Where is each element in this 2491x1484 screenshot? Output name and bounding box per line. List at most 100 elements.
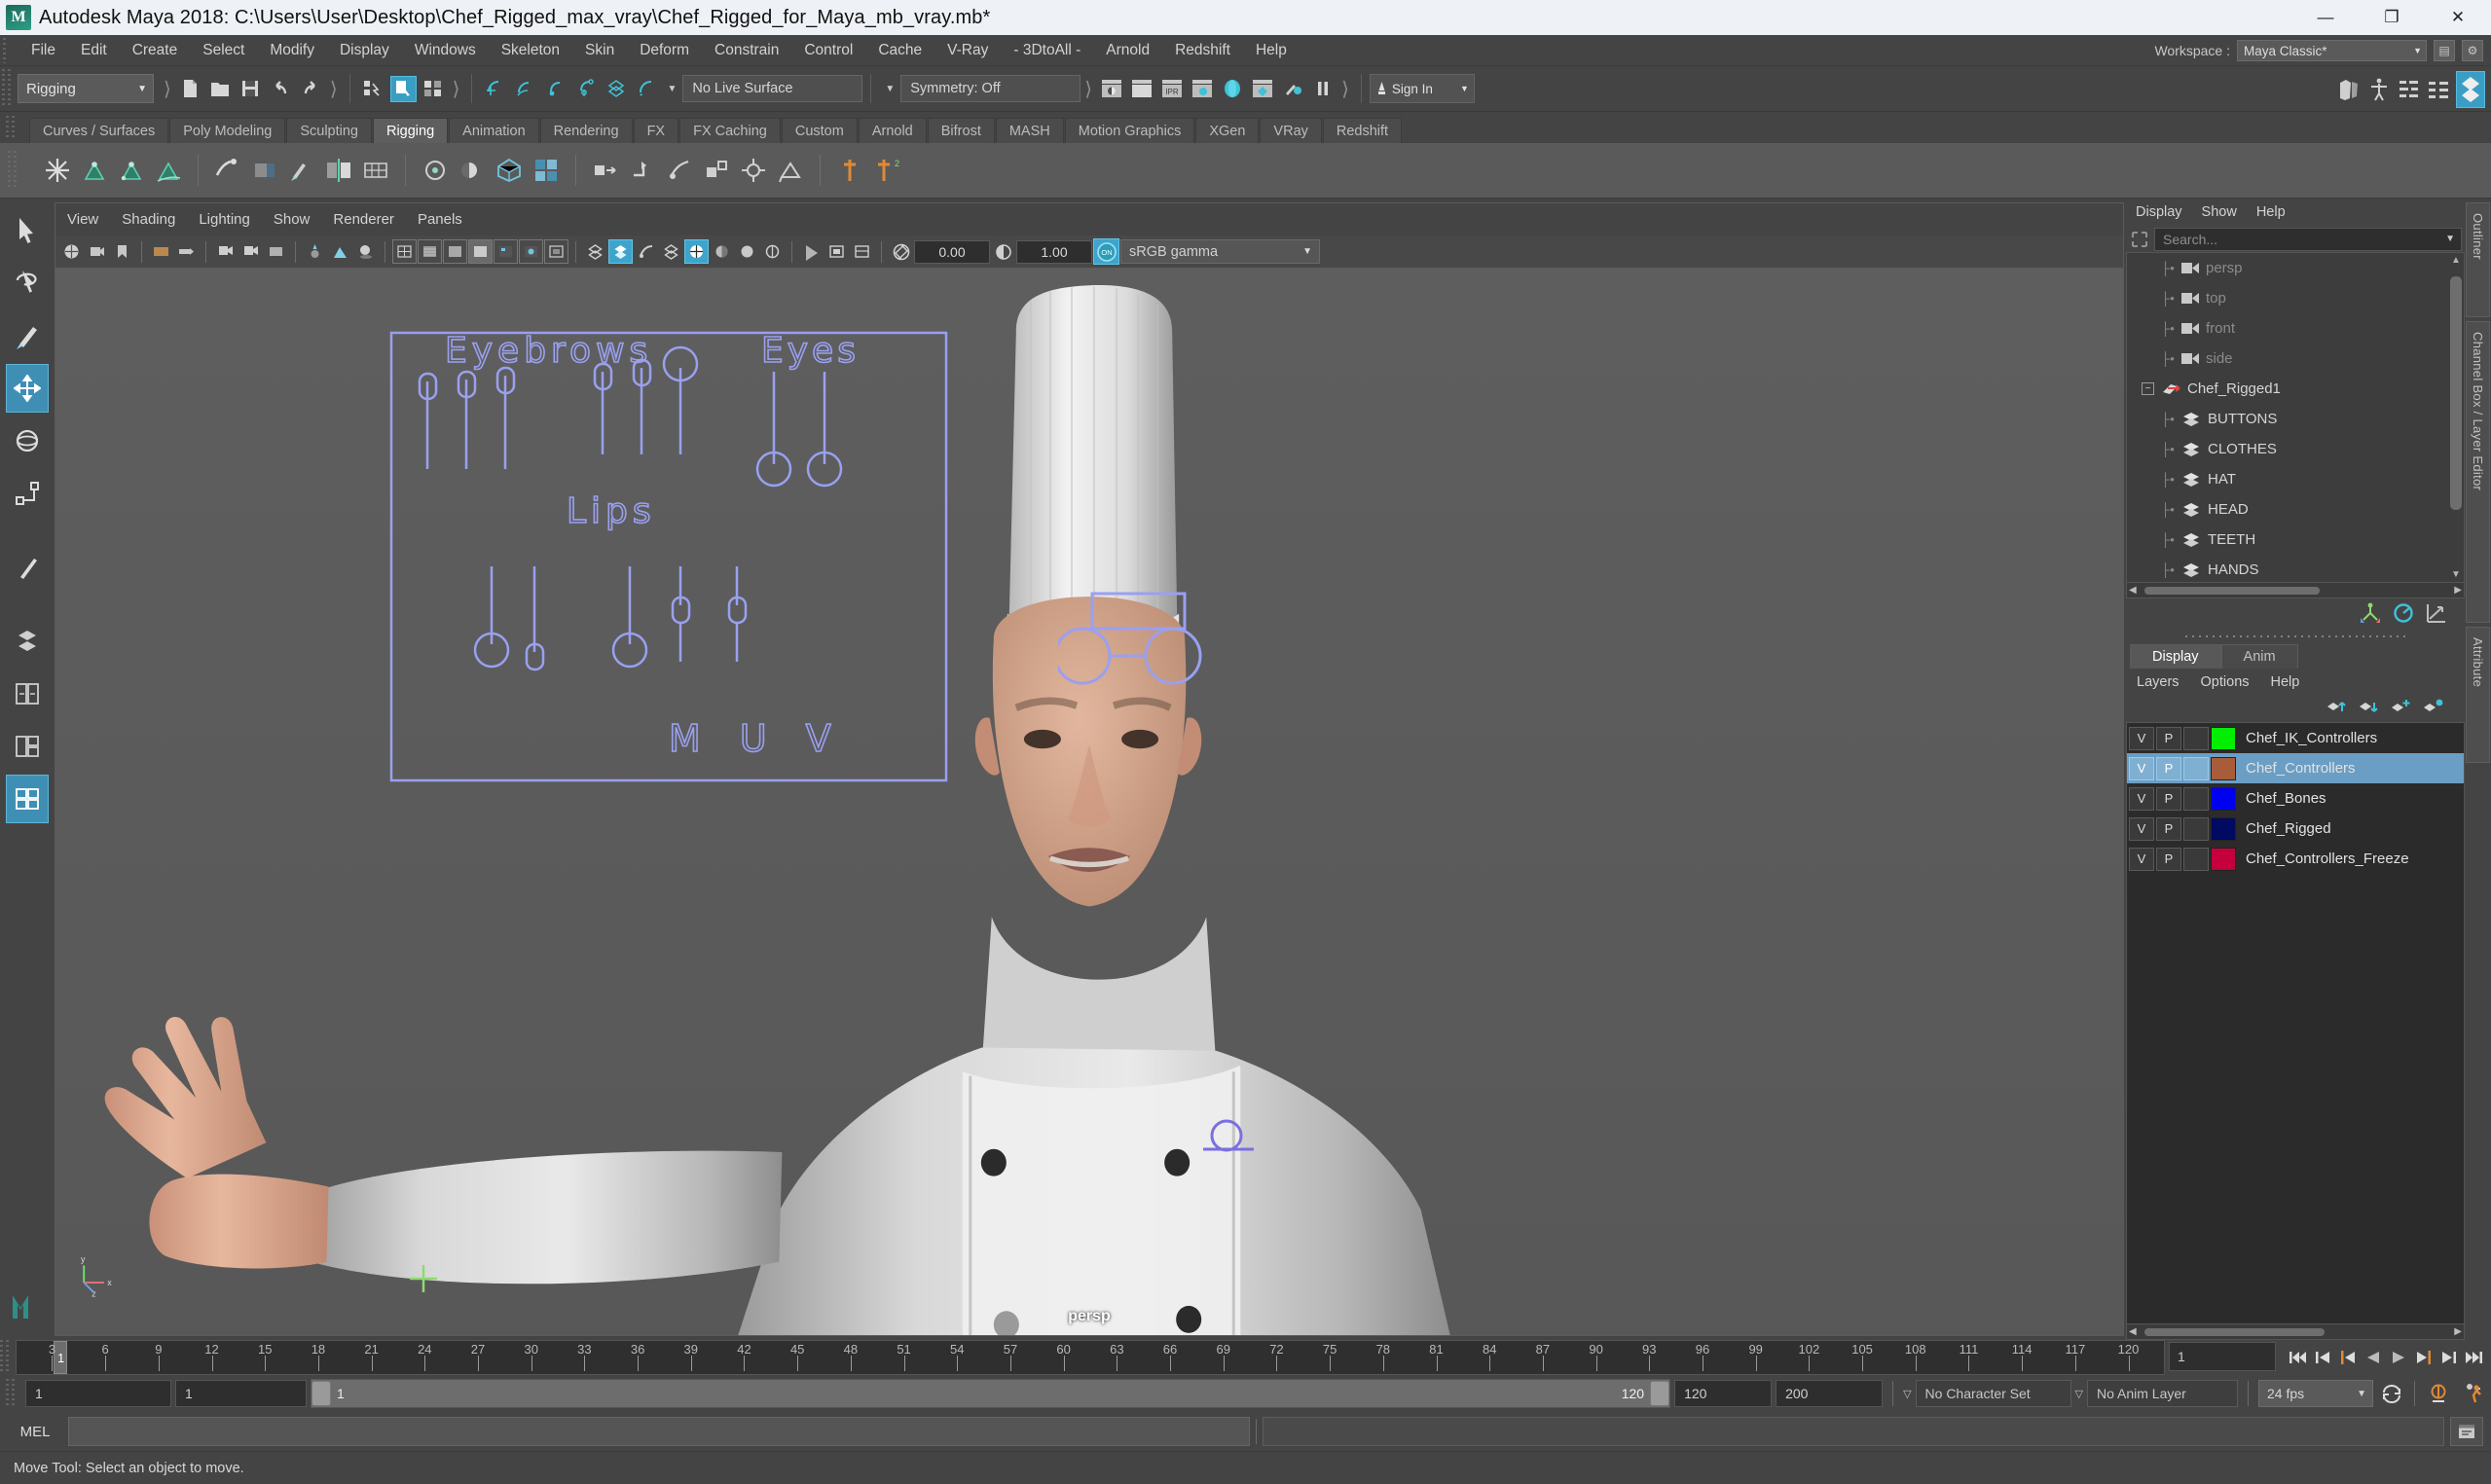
wireframe-icon[interactable] [392, 239, 417, 264]
select-by-hierarchy-icon[interactable] [360, 76, 386, 102]
show-hide-tool-settings-icon[interactable] [2426, 76, 2452, 102]
command-input[interactable] [68, 1417, 1250, 1446]
lattice-deformer-icon[interactable] [359, 154, 392, 187]
range-start-handle[interactable] [311, 1381, 331, 1406]
menu-v-ray[interactable]: V-Ray [934, 35, 1001, 66]
layer-display-type-toggle[interactable] [2183, 847, 2209, 871]
hypershade-icon[interactable] [1219, 76, 1245, 102]
sign-in-button[interactable]: Sign In ▼ [1369, 74, 1475, 103]
scrollbar-thumb[interactable] [2450, 276, 2462, 510]
layer-row[interactable]: V P Chef_Bones [2127, 783, 2464, 814]
rotate-tool-button[interactable] [6, 416, 49, 465]
outliner-item[interactable]: ├• TEETH [2127, 525, 2464, 555]
shelf-tab-motion-graphics[interactable]: Motion Graphics [1064, 118, 1195, 143]
four-pane-layout-button[interactable] [6, 775, 49, 823]
rangeslider-grip[interactable] [6, 1379, 18, 1408]
tab-attribute-editor[interactable]: Attribute [2466, 627, 2490, 763]
bind-skin-icon[interactable] [211, 154, 244, 187]
go-to-start-button[interactable] [2286, 1345, 2308, 1370]
outliner-item[interactable]: ├• HEAD [2127, 494, 2464, 525]
outliner-item[interactable]: ├• HANDS [2127, 555, 2464, 582]
layer-menu-help[interactable]: Help [2260, 674, 2311, 690]
menu-arnold[interactable]: Arnold [1093, 35, 1162, 66]
scale-tool-button[interactable] [6, 469, 49, 518]
shelf-tab-sculpting[interactable]: Sculpting [286, 118, 372, 143]
playback-end-field[interactable]: 120 [1674, 1380, 1773, 1407]
viewport-menu-shading[interactable]: Shading [110, 211, 187, 228]
pause-render-icon[interactable] [1309, 76, 1336, 102]
render-current-frame-icon[interactable] [1098, 76, 1124, 102]
blend-shape-icon[interactable] [456, 154, 489, 187]
viewport-menu-show[interactable]: Show [262, 211, 322, 228]
outliner-item[interactable]: ├• BUTTONS [2127, 404, 2464, 434]
play-forwards-button[interactable] [2387, 1345, 2409, 1370]
undo-icon[interactable] [268, 76, 294, 102]
menu-cache[interactable]: Cache [865, 35, 934, 66]
hscrollbar-thumb[interactable] [2144, 1327, 2325, 1336]
shelf-tab-custom[interactable]: Custom [781, 118, 858, 143]
grab-viewport-icon[interactable] [824, 239, 849, 264]
point-constraint-icon[interactable] [626, 154, 659, 187]
exposure-field[interactable]: 0.00 [914, 239, 990, 264]
tab-channel-box-layer-editor[interactable]: Channel Box / Layer Editor [2466, 321, 2490, 623]
go-to-end-button[interactable] [2463, 1345, 2485, 1370]
character-set-menu-icon[interactable]: ▽ [1903, 1388, 1911, 1400]
layer-playback-toggle[interactable]: P [2156, 786, 2181, 811]
maximize-button[interactable]: ❐ [2359, 0, 2425, 35]
layer-display-type-toggle[interactable] [2183, 726, 2209, 750]
menu-create[interactable]: Create [120, 35, 191, 66]
outliner-tree[interactable]: ├• persp ├• top ├• front ├• side − Chef_Rigged1 ├•… [2126, 252, 2465, 583]
show-hide-humanik-icon[interactable] [2365, 76, 2392, 102]
outliner-menu-display[interactable]: Display [2126, 204, 2192, 220]
toggle-render-settings-icon[interactable] [1279, 76, 1305, 102]
anim-layer-menu-icon[interactable]: ▽ [2075, 1388, 2083, 1400]
snap-to-projected-center-icon[interactable] [572, 76, 599, 102]
fps-dropdown[interactable]: 24 fps ▼ [2258, 1380, 2373, 1407]
shelf-tab-xgen[interactable]: XGen [1195, 118, 1260, 143]
three-pane-layout-button[interactable] [6, 722, 49, 771]
expand-selection-icon[interactable] [2129, 229, 2150, 250]
select-camera-icon[interactable] [59, 239, 84, 264]
smooth-shade-selected-icon[interactable] [443, 239, 467, 264]
gamma-icon[interactable] [991, 239, 1015, 264]
channel-box-icon[interactable] [2393, 602, 2414, 629]
lasso-tool-button[interactable] [6, 259, 49, 308]
ik-handle-icon[interactable] [115, 154, 148, 187]
panel-splitter-handle[interactable] [2184, 632, 2406, 641]
mouth-controller[interactable] [1190, 1110, 1306, 1169]
live-surface-field[interactable]: No Live Surface [682, 75, 863, 102]
layer-visibility-toggle[interactable]: V [2129, 847, 2154, 871]
grab-sequence-icon[interactable] [850, 239, 874, 264]
cluster-deformer-icon[interactable] [419, 154, 452, 187]
bookmark-icon[interactable] [110, 239, 134, 264]
shelf-grip[interactable] [6, 116, 18, 139]
script-editor-icon[interactable] [2450, 1417, 2483, 1446]
menu-edit[interactable]: Edit [68, 35, 120, 66]
workspace-save-icon[interactable]: ▤ [2434, 40, 2455, 61]
animation-preferences-icon[interactable] [2458, 1383, 2491, 1404]
paint-skin-weights-icon[interactable] [285, 154, 318, 187]
outliner-menu-help[interactable]: Help [2247, 204, 2295, 220]
shelf-tab-animation[interactable]: Animation [449, 118, 539, 143]
layer-color-swatch[interactable] [2211, 726, 2236, 750]
command-output-field[interactable] [1263, 1417, 2444, 1446]
step-forward-key-button[interactable] [2412, 1345, 2435, 1370]
create-joints-icon[interactable] [78, 154, 111, 187]
render-settings-icon[interactable] [1189, 76, 1215, 102]
layer-playback-toggle[interactable]: P [2156, 847, 2181, 871]
show-hide-attribute-editor-icon[interactable] [2396, 76, 2422, 102]
render-view-icon[interactable] [1249, 76, 1275, 102]
menu-deform[interactable]: Deform [627, 35, 702, 66]
rig-control-panel[interactable]: Eyebrows Eyes Lips M U V [386, 323, 971, 810]
snap-to-view-plane-icon[interactable] [603, 76, 629, 102]
shadows-icon[interactable] [353, 239, 378, 264]
resolution-gate-icon[interactable] [264, 239, 288, 264]
layer-row[interactable]: V P Chef_Controllers [2127, 753, 2464, 783]
aim-constraint-icon[interactable] [663, 154, 696, 187]
outliner-item[interactable]: − Chef_Rigged1 [2127, 374, 2464, 404]
screenshot-icon[interactable] [799, 239, 824, 264]
shelf-tab-bifrost[interactable]: Bifrost [927, 118, 995, 143]
playback-loop-icon[interactable] [2377, 1384, 2406, 1403]
shelf-tab-fx[interactable]: FX [633, 118, 679, 143]
anim-layer-field[interactable]: No Anim Layer [2087, 1380, 2238, 1407]
